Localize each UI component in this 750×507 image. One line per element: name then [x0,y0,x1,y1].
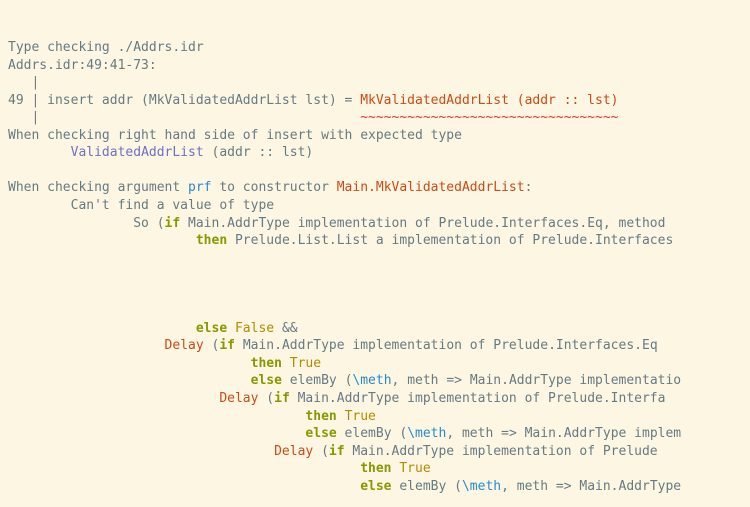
paren: ( [313,444,329,459]
amp: && [274,321,297,336]
bool-true: True [345,409,376,424]
highlighted-expr: MkValidatedAddrList (addr :: lst) [360,93,618,108]
bool-true: True [399,461,430,476]
pad [8,409,305,424]
meth: \meth [352,373,391,388]
expected-type: ValidatedAddrList (addr :: lst) [8,145,313,160]
msg-cant-find: Can't find a value of type [8,198,274,213]
line-location: Addrs.idr:49:41-73: [8,58,157,73]
pad [8,373,251,388]
pad [8,145,71,160]
colon: : [525,180,533,195]
pad [8,461,360,476]
expr-else-2: else elemBy (\meth, meth => Main.AddrTyp… [8,373,681,388]
pad: | [8,110,360,125]
delay: Delay [274,444,313,459]
text: elemBy ( [337,426,407,441]
kw-then: then [251,356,282,371]
code-line-49: 49 | insert addr (MkValidatedAddrList ls… [8,93,618,108]
expr-then-2: then True [8,356,321,371]
sp [227,321,235,336]
msg-arg: When checking argument prf to constructo… [8,180,532,195]
paren: ( [204,338,220,353]
ctor-name: Main.MkValidatedAddrList [337,180,525,195]
code-prefix: 49 | insert addr (MkValidatedAddrList ls… [8,93,360,108]
pad [8,233,196,248]
kw-if: if [274,391,290,406]
pad [8,444,274,459]
pad [8,426,305,441]
text: Main.AddrType implementation of Prelude.… [235,338,658,353]
tilde-underline: ~~~~~~~~~~~~~~~~~~~~~~~~~~~~~~~~~ [360,110,618,125]
text: , meth => Main.AddrType [501,479,681,494]
pad [8,321,196,336]
kw-then: then [196,233,227,248]
error-underline-row: | ~~~~~~~~~~~~~~~~~~~~~~~~~~~~~~~~~ [8,110,618,125]
expr-then-3: then True [8,409,376,424]
text: elemBy ( [282,373,352,388]
expr-else-1: else False && [8,321,298,336]
meth: \meth [462,479,501,494]
type-name: ValidatedAddrList [71,145,204,160]
gutter-pipe: | [8,75,39,90]
kw-else: else [305,426,336,441]
pad [8,479,360,494]
text: , meth => Main.AddrType implementatio [392,373,682,388]
expr-then-4: then True [8,461,431,476]
kw-else: else [251,373,282,388]
text: Main.AddrType implementation of Prelude [345,444,658,459]
kw-then: then [360,461,391,476]
sp [282,356,290,371]
expr-else-3: else elemBy (\meth, meth => Main.AddrTyp… [8,426,681,441]
kw-then: then [305,409,336,424]
meth: \meth [407,426,446,441]
pad [8,338,165,353]
expr-so: So (if Main.AddrType implementation of P… [8,216,665,231]
kw-if: if [165,216,181,231]
bool-true: True [290,356,321,371]
kw-if: if [329,444,345,459]
arg-name: prf [188,180,211,195]
text: When checking argument [8,180,188,195]
delay: Delay [219,391,258,406]
delay: Delay [165,338,204,353]
bool-false: False [235,321,274,336]
pad [8,356,251,371]
text: Prelude.List.List a implementation of Pr… [227,233,673,248]
line-typechecking: Type checking ./Addrs.idr [8,40,204,55]
expr-delay-1: Delay (if Main.AddrType implementation o… [8,338,658,353]
expr-delay-3: Delay (if Main.AddrType implementation o… [8,444,658,459]
text: Main.AddrType implementation of Prelude.… [180,216,665,231]
msg-rhs: When checking right hand side of insert … [8,128,462,143]
text: elemBy ( [392,479,462,494]
text: to constructor [212,180,337,195]
text: Main.AddrType implementation of Prelude.… [290,391,666,406]
expr-delay-2: Delay (if Main.AddrType implementation o… [8,391,665,406]
pad [8,391,219,406]
paren: ( [258,391,274,406]
kw-else: else [196,321,227,336]
expr-then-1: then Prelude.List.List a implementation … [8,233,673,248]
sp [337,409,345,424]
kw-else: else [360,479,391,494]
text: , meth => Main.AddrType implem [446,426,681,441]
kw-if: if [219,338,235,353]
pad: So ( [8,216,165,231]
expr-else-4: else elemBy (\meth, meth => Main.AddrTyp… [8,479,681,494]
type-args: (addr :: lst) [204,145,314,160]
